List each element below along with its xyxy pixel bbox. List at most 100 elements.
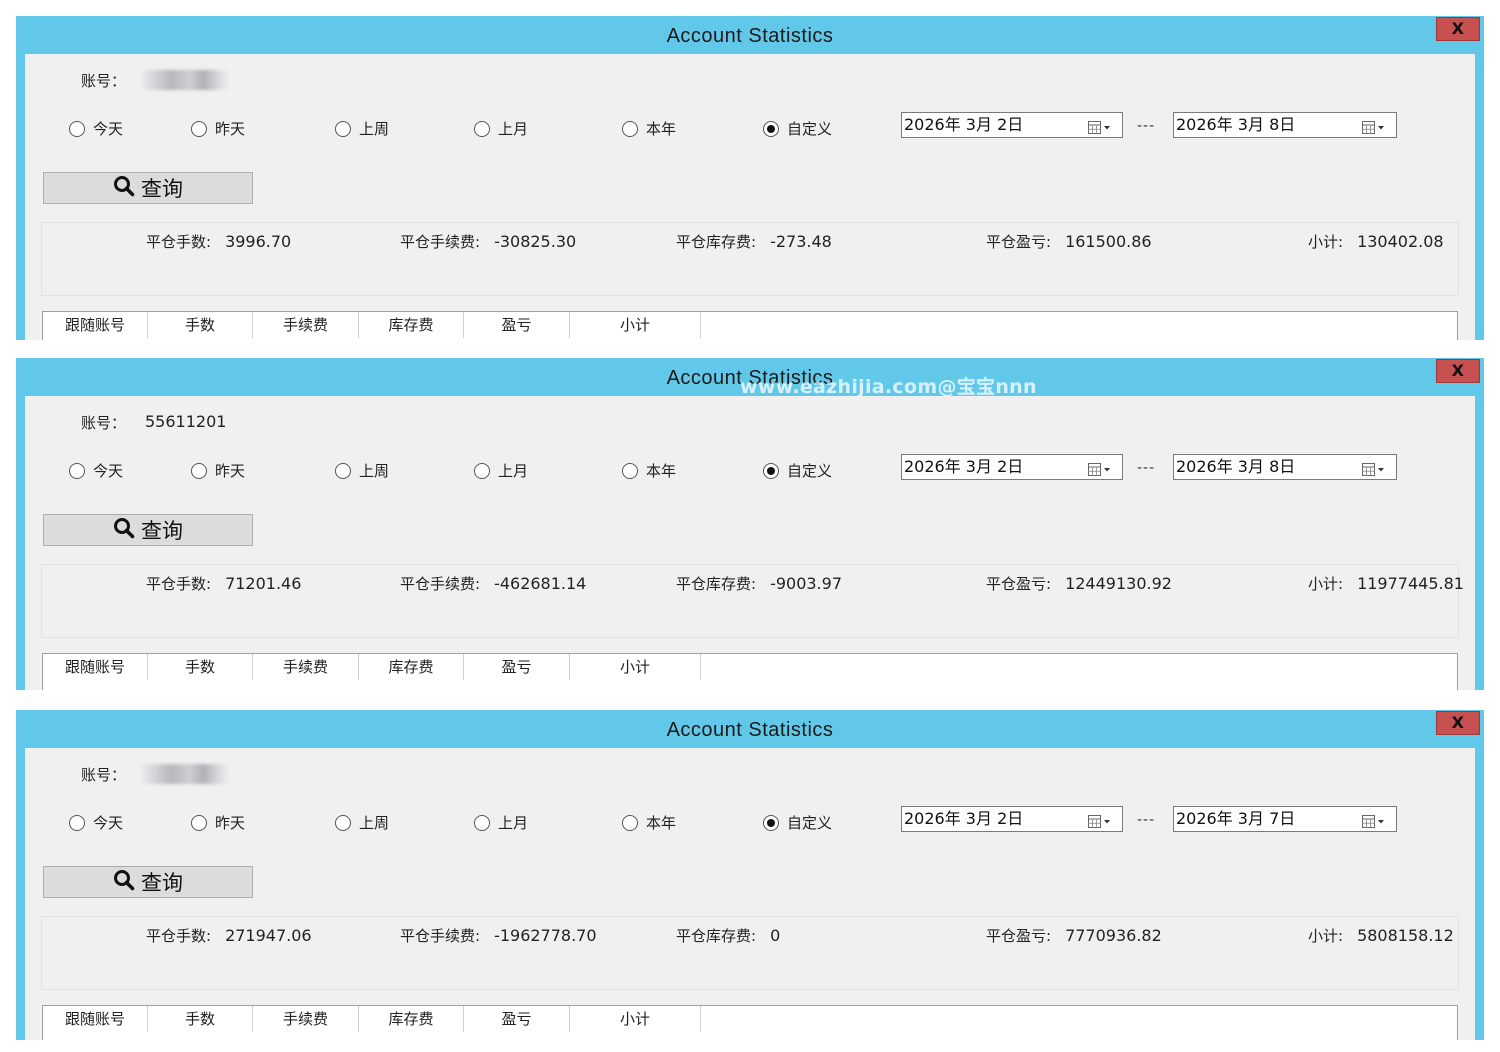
table-column-header[interactable]: 库存费 <box>359 654 464 680</box>
date-from-picker[interactable]: 2026年 3月 2日 <box>901 806 1123 832</box>
period-radio-label: 自定义 <box>787 814 833 832</box>
stat-item: 平仓盈亏: 161500.86 <box>986 231 1152 252</box>
stat-label: 平仓盈亏: <box>986 233 1052 251</box>
stat-value: 161500.86 <box>1065 232 1152 251</box>
stat-item: 平仓手数: 3996.70 <box>146 231 291 252</box>
table-column-header[interactable]: 手续费 <box>253 1006 359 1032</box>
close-button[interactable]: X <box>1436 711 1480 735</box>
period-radio[interactable]: 上周 <box>335 460 389 481</box>
radio-circle-icon[interactable] <box>622 120 638 137</box>
radio-circle-icon[interactable] <box>69 462 85 479</box>
stat-item: 平仓手数: 71201.46 <box>146 573 301 594</box>
period-radio[interactable]: 上周 <box>335 812 389 833</box>
follower-accounts-table[interactable]: 跟随账号 手数 手续费 库存费 盈亏 小计 <box>42 1005 1458 1040</box>
date-to-value: 2026年 3月 8日 <box>1176 457 1296 476</box>
date-range-separator: --- <box>1137 118 1156 134</box>
period-radio[interactable]: 上月 <box>474 812 528 833</box>
window-titlebar[interactable]: Account Statistics X <box>16 16 1484 54</box>
stat-item: 平仓库存费: 0 <box>676 925 780 946</box>
query-button[interactable]: 查询 <box>43 514 253 546</box>
period-radio[interactable]: 上月 <box>474 460 528 481</box>
table-column-header[interactable]: 小计 <box>570 654 701 680</box>
radio-circle-icon[interactable] <box>191 462 207 479</box>
table-column-header[interactable]: 手续费 <box>253 312 359 338</box>
table-column-header[interactable]: 小计 <box>570 1006 701 1032</box>
period-radio[interactable]: 昨天 <box>191 118 245 139</box>
stat-item: 平仓盈亏: 12449130.92 <box>986 573 1172 594</box>
stat-item: 小计: 5808158.12 <box>1308 925 1454 946</box>
table-column-header[interactable]: 盈亏 <box>464 312 570 338</box>
calendar-dropdown-icon[interactable] <box>1362 460 1386 476</box>
calendar-dropdown-icon[interactable] <box>1088 812 1112 828</box>
table-column-header[interactable]: 手续费 <box>253 654 359 680</box>
account-label: 账号： <box>81 72 127 90</box>
period-radio[interactable]: 本年 <box>622 812 676 833</box>
period-radio-label: 上月 <box>498 120 529 138</box>
radio-circle-icon[interactable] <box>622 814 638 831</box>
period-radio[interactable]: 自定义 <box>763 460 832 481</box>
radio-circle-icon[interactable] <box>474 462 490 479</box>
table-column-header[interactable]: 手数 <box>148 312 253 338</box>
period-radio[interactable]: 自定义 <box>763 118 832 139</box>
query-button[interactable]: 查询 <box>43 866 253 898</box>
table-column-header[interactable]: 手数 <box>148 654 253 680</box>
radio-circle-icon[interactable] <box>622 462 638 479</box>
table-column-header[interactable]: 手数 <box>148 1006 253 1032</box>
table-column-header[interactable]: 跟随账号 <box>43 654 148 680</box>
radio-circle-icon[interactable] <box>191 120 207 137</box>
stat-value: -9003.97 <box>770 574 842 593</box>
table-column-header[interactable]: 盈亏 <box>464 1006 570 1032</box>
period-radio[interactable]: 昨天 <box>191 460 245 481</box>
radio-circle-icon[interactable] <box>69 814 85 831</box>
period-radio[interactable]: 今天 <box>69 460 123 481</box>
window-titlebar[interactable]: Account Statistics X <box>16 710 1484 748</box>
date-from-picker[interactable]: 2026年 3月 2日 <box>901 454 1123 480</box>
calendar-dropdown-icon[interactable] <box>1088 118 1112 134</box>
radio-circle-icon[interactable] <box>335 462 351 479</box>
table-column-header[interactable]: 跟随账号 <box>43 312 148 338</box>
calendar-dropdown-icon[interactable] <box>1362 812 1386 828</box>
date-to-picker[interactable]: 2026年 3月 8日 <box>1173 454 1397 480</box>
radio-circle-icon[interactable] <box>335 814 351 831</box>
period-radio-label: 上月 <box>498 814 529 832</box>
period-radio[interactable]: 自定义 <box>763 812 832 833</box>
date-from-picker[interactable]: 2026年 3月 2日 <box>901 112 1123 138</box>
radio-circle-icon[interactable] <box>191 814 207 831</box>
date-to-picker[interactable]: 2026年 3月 8日 <box>1173 112 1397 138</box>
radio-circle-icon[interactable] <box>474 814 490 831</box>
period-radio[interactable]: 上周 <box>335 118 389 139</box>
radio-circle-icon[interactable] <box>474 120 490 137</box>
table-column-header[interactable]: 盈亏 <box>464 654 570 680</box>
stat-label: 平仓盈亏: <box>986 927 1052 945</box>
stat-item: 平仓手续费: -30825.30 <box>400 231 576 252</box>
account-value-redacted <box>139 764 231 784</box>
query-button[interactable]: 查询 <box>43 172 253 204</box>
date-to-picker[interactable]: 2026年 3月 7日 <box>1173 806 1397 832</box>
radio-circle-icon[interactable] <box>763 814 779 831</box>
close-button[interactable]: X <box>1436 17 1480 41</box>
radio-circle-icon[interactable] <box>335 120 351 137</box>
account-label: 账号： <box>81 414 127 432</box>
period-radio[interactable]: 上月 <box>474 118 528 139</box>
period-radio[interactable]: 本年 <box>622 118 676 139</box>
table-column-header[interactable]: 库存费 <box>359 1006 464 1032</box>
table-column-header[interactable]: 库存费 <box>359 312 464 338</box>
table-column-header[interactable]: 跟随账号 <box>43 1006 148 1032</box>
period-radio[interactable]: 今天 <box>69 812 123 833</box>
stat-value: 12449130.92 <box>1065 574 1172 593</box>
period-radio[interactable]: 本年 <box>622 460 676 481</box>
table-column-header[interactable]: 小计 <box>570 312 701 338</box>
period-radio[interactable]: 昨天 <box>191 812 245 833</box>
period-radio[interactable]: 今天 <box>69 118 123 139</box>
radio-circle-icon[interactable] <box>69 120 85 137</box>
close-button[interactable]: X <box>1436 359 1480 383</box>
search-icon <box>113 517 141 544</box>
radio-circle-icon[interactable] <box>763 462 779 479</box>
follower-accounts-table[interactable]: 跟随账号 手数 手续费 库存费 盈亏 小计 <box>42 311 1458 340</box>
date-from-value: 2026年 3月 2日 <box>904 809 1024 828</box>
calendar-dropdown-icon[interactable] <box>1362 118 1386 134</box>
stat-value: 130402.08 <box>1357 232 1444 251</box>
follower-accounts-table[interactable]: 跟随账号 手数 手续费 库存费 盈亏 小计 <box>42 653 1458 690</box>
calendar-dropdown-icon[interactable] <box>1088 460 1112 476</box>
radio-circle-icon[interactable] <box>763 120 779 137</box>
